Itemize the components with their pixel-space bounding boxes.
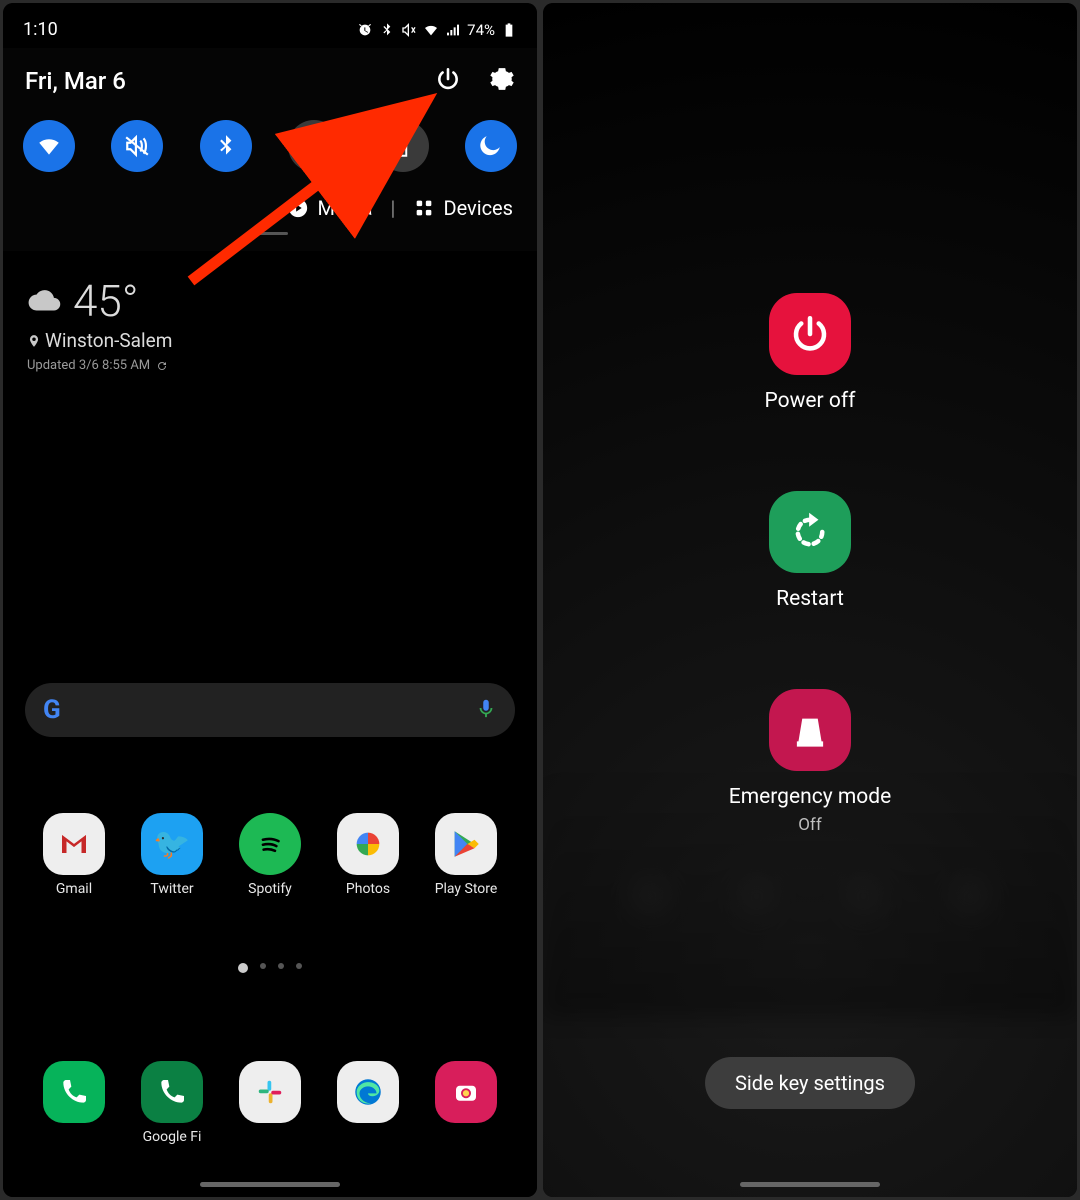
refresh-icon [156, 360, 168, 372]
devices-label: Devices [443, 196, 513, 220]
qs-dnd[interactable] [465, 120, 517, 172]
settings-button[interactable] [489, 66, 515, 96]
page-indicator [3, 963, 537, 973]
quick-settings-row [23, 116, 517, 190]
power-off-label: Power off [765, 389, 856, 413]
google-search-bar[interactable]: G [25, 683, 515, 737]
qs-wifi[interactable] [23, 120, 75, 172]
emergency-label: Emergency mode [729, 785, 891, 809]
dock-google-fi[interactable]: Google Fi [134, 1061, 210, 1145]
dock-camera[interactable] [428, 1061, 504, 1145]
nav-gesture-bar[interactable] [200, 1182, 340, 1187]
pin-icon [27, 334, 41, 348]
signal-icon [445, 22, 461, 38]
power-off-button[interactable]: Power off [765, 293, 856, 413]
phone-power-menu: Power off Restart Emergency mode Off Sid… [543, 3, 1077, 1197]
emergency-state: Off [798, 815, 822, 835]
dock-slack[interactable] [232, 1061, 308, 1145]
devices-button[interactable]: Devices [413, 196, 513, 220]
mic-icon[interactable] [475, 697, 497, 723]
power-icon [789, 313, 831, 355]
wifi-icon [423, 22, 439, 38]
power-button[interactable] [435, 66, 461, 96]
phone-quick-settings: 1:10 74% Fri, Mar 6 [3, 3, 537, 1197]
side-key-label: Side key settings [735, 1071, 885, 1095]
notification-panel: Fri, Mar 6 Media | [3, 48, 537, 251]
media-button[interactable]: Media [287, 196, 372, 220]
dock-edge[interactable] [330, 1061, 406, 1145]
google-logo: G [43, 695, 61, 725]
qs-sound-vibrate[interactable] [111, 120, 163, 172]
app-row: Gmail 🐦Twitter Spotify Photos Play Store [3, 813, 537, 897]
app-gmail[interactable]: Gmail [36, 813, 112, 897]
battery-percent: 74% [467, 21, 495, 39]
power-menu: Power off Restart Emergency mode Off [543, 3, 1077, 835]
app-photos[interactable]: Photos [330, 813, 406, 897]
divider: | [391, 196, 396, 220]
restart-button[interactable]: Restart [769, 491, 851, 611]
updated-text: Updated 3/6 8:55 AM [27, 358, 150, 373]
panel-drag-handle[interactable] [252, 232, 288, 235]
side-key-settings-button[interactable]: Side key settings [705, 1057, 915, 1109]
restart-icon [789, 511, 831, 553]
media-label: Media [317, 196, 372, 220]
status-bar: 1:10 74% [3, 3, 537, 48]
battery-icon [501, 22, 517, 38]
status-icons: 74% [357, 21, 517, 39]
cloud-icon [27, 282, 65, 320]
qs-power-saving[interactable] [377, 120, 429, 172]
app-spotify[interactable]: Spotify [232, 813, 308, 897]
weather-widget[interactable]: 45° Winston-Salem Updated 3/6 8:55 AM [3, 251, 537, 373]
clock: 1:10 [23, 19, 58, 40]
emergency-icon [789, 709, 831, 751]
bluetooth-icon [379, 22, 395, 38]
mute-vibrate-icon [401, 22, 417, 38]
temperature: 45° [73, 275, 138, 327]
emergency-mode-button[interactable]: Emergency mode Off [729, 689, 891, 835]
alarm-icon [357, 22, 373, 38]
panel-date: Fri, Mar 6 [25, 67, 126, 95]
dock-phone[interactable] [36, 1061, 112, 1145]
app-twitter[interactable]: 🐦Twitter [134, 813, 210, 897]
dock: Google Fi [3, 1061, 537, 1145]
qs-flashlight[interactable] [288, 120, 340, 172]
nav-gesture-bar[interactable] [740, 1182, 880, 1187]
qs-bluetooth[interactable] [200, 120, 252, 172]
location: Winston-Salem [45, 329, 172, 352]
app-play-store[interactable]: Play Store [428, 813, 504, 897]
restart-label: Restart [776, 587, 844, 611]
